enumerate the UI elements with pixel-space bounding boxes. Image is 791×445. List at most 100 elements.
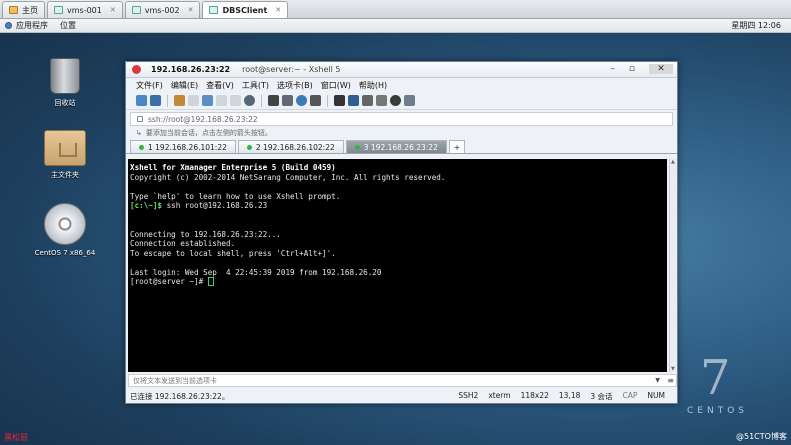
status-size: 118x22 <box>520 391 549 400</box>
terminal-line: Type `help' to learn how to use Xshell p… <box>130 191 341 201</box>
help-icon[interactable] <box>390 95 401 106</box>
vm-tab-vms-002[interactable]: vms-002 ✕ <box>124 1 201 18</box>
status-sessions: 3 会话 <box>590 392 613 401</box>
font-icon[interactable] <box>310 95 321 106</box>
centos-wordmark: CENTOS <box>687 406 748 416</box>
keyboard-icon[interactable] <box>376 95 387 106</box>
close-icon[interactable]: ✕ <box>275 6 281 14</box>
globe-icon[interactable] <box>296 95 307 106</box>
find-icon[interactable] <box>244 95 255 106</box>
status-dot-icon <box>354 144 360 150</box>
chat-icon[interactable] <box>404 95 415 106</box>
menu-file[interactable]: 文件(F) <box>136 80 163 91</box>
status-bar: 已连接 192.168.26.23:22。 SSH2 xterm 118x22 … <box>126 389 677 403</box>
top-panel: 应用程序 位置 星期四 12:06 <box>0 19 791 33</box>
centos-seven-logo: 7 <box>700 350 731 406</box>
toolbar <box>126 92 677 110</box>
menu-view[interactable]: 查看(V) <box>206 80 234 91</box>
terminal-line: Copyright (c) 2002-2014 NetSarang Comput… <box>130 172 446 182</box>
vm-tab-label: vms-002 <box>144 5 180 15</box>
menu-icon[interactable]: ≡ <box>667 376 674 385</box>
transfer-icon[interactable] <box>348 95 359 106</box>
terminal-line: Last login: Wed Sep 4 22:45:39 2019 from… <box>130 267 382 277</box>
home-icon <box>9 6 18 14</box>
menu-help[interactable]: 帮助(H) <box>359 80 387 91</box>
status-dot-icon <box>139 144 144 150</box>
status-protocol: SSH2 <box>458 391 479 400</box>
chevron-down-icon[interactable]: ▼ <box>655 377 660 384</box>
vm-icon <box>54 6 63 14</box>
desktop-icon-label: 回收站 <box>54 99 76 107</box>
status-num: NUM <box>647 391 665 400</box>
vm-tab-strip: 主页 vms-001 ✕ vms-002 ✕ DBSClient ✕ <box>0 0 791 19</box>
arrow-icon[interactable]: ↳ <box>136 129 142 137</box>
desktop-icon-label: 主文件夹 <box>51 171 79 179</box>
terminal-line: To escape to local shell, press 'Ctrl+Al… <box>130 248 336 258</box>
vm-tab-label: vms-001 <box>67 5 102 15</box>
connection-status: 已连接 192.168.26.23:22。 <box>130 391 230 401</box>
new-tab-button[interactable]: + <box>448 140 466 153</box>
disconnect-icon[interactable] <box>188 95 199 106</box>
status-cap: CAP <box>622 391 638 400</box>
applications-icon <box>5 22 12 29</box>
terminal-scrollbar[interactable] <box>669 159 677 372</box>
status-cursor-pos: 13,18 <box>558 391 581 400</box>
status-dot-icon <box>246 144 252 150</box>
trash-icon <box>50 58 80 94</box>
open-folder-icon[interactable] <box>150 95 161 106</box>
new-session-icon[interactable] <box>136 95 147 106</box>
print-icon[interactable] <box>268 95 279 106</box>
applications-label: 应用程序 <box>16 21 48 30</box>
status-terminal-type: xterm <box>488 391 511 400</box>
session-tab-2[interactable]: 2 192.168.26.102:22 <box>237 140 344 153</box>
vm-tab-dbsclient[interactable]: DBSClient ✕ <box>202 1 289 18</box>
session-tab-3[interactable]: 3 192.168.26.23:22 <box>345 140 447 153</box>
menu-tabs[interactable]: 选项卡(B) <box>277 80 313 91</box>
desktop-trash[interactable]: 回收站 <box>30 58 100 108</box>
send-text-placeholder: 仅将文本发送到当前选项卡 <box>133 376 217 385</box>
hint-text: 要添加当前会话，点击左侧的箭头按钮。 <box>145 129 272 137</box>
local-prompt: [c:\~]$ <box>130 201 163 210</box>
paste-icon[interactable] <box>230 95 241 106</box>
remote-prompt: [root@server ~]# <box>130 277 208 286</box>
cd-icon <box>44 203 86 245</box>
places-label: 位置 <box>60 21 76 30</box>
minimize-icon[interactable]: – <box>610 64 615 74</box>
menu-window[interactable]: 窗口(W) <box>321 80 351 91</box>
vm-tab-vms-001[interactable]: vms-001 ✕ <box>47 1 123 18</box>
xshell-app-icon <box>132 65 141 74</box>
menu-tools[interactable]: 工具(T) <box>242 80 269 91</box>
toolbar-divider <box>261 94 262 107</box>
send-text-bar[interactable]: 仅将文本发送到当前选项卡 ▼ ≡ <box>128 374 677 387</box>
copy-icon[interactable] <box>216 95 227 106</box>
session-tab-1[interactable]: 1 192.168.26.101:22 <box>130 140 236 153</box>
xshell-window: 192.168.26.23:22 root@server:~ - Xshell … <box>125 61 678 404</box>
toolbar-divider <box>327 94 328 107</box>
reconnect-icon[interactable] <box>202 95 213 106</box>
session-tab-label: 3 192.168.26.23:22 <box>363 142 438 152</box>
desktop-cd[interactable]: CentOS 7 x86_64 <box>30 203 100 257</box>
desktop-home-folder[interactable]: 主文件夹 <box>30 130 100 180</box>
vm-tab-home[interactable]: 主页 <box>2 1 45 18</box>
terminal-output[interactable]: Xshell for Xmanager Enterprise 5 (Build … <box>128 159 667 372</box>
window-titlebar[interactable]: 192.168.26.23:22 root@server:~ - Xshell … <box>126 62 677 78</box>
applications-menu[interactable]: 应用程序 <box>5 20 48 31</box>
close-icon[interactable]: ✕ <box>188 6 194 14</box>
panel-clock[interactable]: 星期四 12:06 <box>731 20 781 31</box>
menu-edit[interactable]: 编辑(E) <box>171 80 198 91</box>
places-menu[interactable]: 位置 <box>60 20 76 31</box>
address-bar[interactable]: ssh://root@192.168.26.23:22 <box>130 112 673 126</box>
lock-icon[interactable] <box>362 95 373 106</box>
close-icon[interactable]: ✕ <box>110 6 116 14</box>
vm-tab-label: 主页 <box>22 5 38 15</box>
vm-icon <box>131 6 141 14</box>
connect-icon[interactable] <box>174 95 185 106</box>
xftp-icon[interactable] <box>334 95 345 106</box>
close-icon[interactable]: ✕ <box>649 64 673 74</box>
terminal-cursor <box>207 277 214 286</box>
properties-icon[interactable] <box>282 95 293 106</box>
maximize-icon[interactable]: ▫ <box>629 64 635 74</box>
desktop-icon-label: CentOS 7 x86_64 <box>34 249 96 257</box>
terminal-command: ssh root@192.168.26.23 <box>162 201 268 210</box>
bottom-left-text: 黑松鼠 <box>4 433 28 442</box>
